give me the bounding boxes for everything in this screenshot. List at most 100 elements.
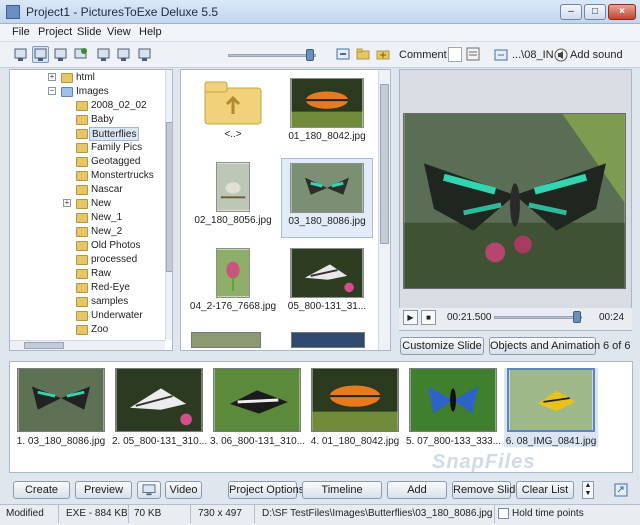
timeline-button[interactable]: Timeline: [302, 481, 382, 499]
video-button[interactable]: Video: [165, 481, 202, 499]
menu-view[interactable]: View: [107, 26, 131, 38]
menu-project[interactable]: Project: [38, 26, 72, 38]
slide-counter: 6 of 6: [603, 340, 631, 352]
view-tree-icon[interactable]: [12, 46, 29, 63]
remove-slide-button[interactable]: Remove Slide: [452, 481, 521, 499]
file-item[interactable]: 04_2-176_7668.jpg: [187, 248, 279, 312]
file-browser[interactable]: <..> 01_180_8042.jpg 02_180_8056.jpg 03_…: [180, 69, 391, 351]
folder-icon: [76, 213, 88, 223]
thumbnail-size-thumb[interactable]: [306, 49, 314, 61]
tree-item-new-1[interactable]: New_1: [91, 211, 122, 225]
clear-list-button[interactable]: Clear List: [516, 481, 574, 499]
file-item-parent[interactable]: <..>: [187, 78, 279, 140]
slide-list[interactable]: 1. 03_180_8086.jpg 2. 05_800-131_310... …: [9, 361, 633, 473]
file-item-selected[interactable]: 03_180_8086.jpg: [281, 158, 373, 238]
tree-item-processed[interactable]: processed: [91, 253, 137, 267]
tree-item-raw[interactable]: Raw: [91, 267, 111, 281]
title-bar: Project1 - PicturesToExe Deluxe 5.5 – □ …: [0, 0, 640, 24]
slide-item[interactable]: 1. 03_180_8086.jpg: [14, 368, 108, 447]
menu-slide[interactable]: Slide: [77, 26, 101, 38]
tree-item-zoo[interactable]: Zoo: [91, 323, 108, 337]
tree-vertical-scroll-thumb[interactable]: [166, 122, 172, 272]
slide-item-selected[interactable]: 6. 08_IMG_0841.jpg: [504, 368, 598, 447]
tree-item-samples[interactable]: samples: [91, 295, 128, 309]
menu-help[interactable]: Help: [139, 26, 162, 38]
files-vertical-scroll-thumb[interactable]: [380, 84, 389, 244]
tree-item-2008-02-02[interactable]: 2008_02_02: [91, 99, 147, 113]
slide-caption: 6. 08_IMG_0841.jpg: [505, 436, 597, 447]
status-image-size: 70 KB: [134, 508, 162, 519]
minimize-button[interactable]: –: [560, 4, 582, 20]
file-item[interactable]: 01_180_8042.jpg: [281, 78, 373, 142]
new-folder-icon[interactable]: [376, 47, 390, 61]
sound-file-icon: [494, 48, 508, 62]
tree-item-html[interactable]: html: [76, 71, 95, 85]
menu-file[interactable]: File: [12, 26, 30, 38]
customize-slide-button[interactable]: Customize Slide: [400, 337, 484, 355]
preview-button[interactable]: Preview: [75, 481, 132, 499]
comment-editor-icon[interactable]: [466, 47, 480, 61]
stop-button[interactable]: ■: [421, 310, 436, 325]
tree-item-images[interactable]: Images: [76, 85, 109, 99]
tree-item-butterflies[interactable]: Butterflies: [89, 127, 140, 141]
parent-folder-icon: [203, 78, 263, 126]
hold-time-points-checkbox[interactable]: [498, 508, 509, 519]
view-list-icon[interactable]: [52, 46, 69, 63]
tree-item-red-eye[interactable]: Red-Eye: [91, 281, 130, 295]
status-mode: Modified: [6, 508, 44, 519]
add-button[interactable]: Add: [387, 481, 447, 499]
maximize-button[interactable]: □: [584, 4, 606, 20]
slide-thumbnail: [17, 368, 105, 432]
objects-and-animation-button[interactable]: Objects and Animation: [489, 337, 600, 355]
zoom-icon[interactable]: [136, 46, 153, 63]
play-button[interactable]: ▶: [403, 310, 418, 325]
folder-tree[interactable]: + html − Images 2008_02_02 Baby Butterfl…: [9, 69, 173, 351]
status-path: D:\SF TestFiles\Images\Butterflies\03_18…: [262, 508, 493, 519]
filter-icon[interactable]: [115, 46, 132, 63]
slide-item[interactable]: 4. 01_180_8042.jpg: [308, 368, 402, 447]
thumbnail-size-slider[interactable]: [228, 54, 316, 57]
open-folder-icon[interactable]: [356, 47, 370, 61]
tree-item-family-pics[interactable]: Family Pics: [91, 141, 142, 155]
tree-item-new[interactable]: New: [91, 197, 111, 211]
playback-slider[interactable]: [494, 316, 582, 319]
slide-item[interactable]: 5. 07_800-133_333...: [406, 368, 501, 447]
file-name: 02_180_8056.jpg: [194, 215, 272, 226]
tree-item-old-photos[interactable]: Old Photos: [91, 239, 140, 253]
collapse-toggle[interactable]: −: [48, 87, 56, 95]
display-settings-button[interactable]: [137, 481, 161, 499]
folder-icon: [76, 283, 88, 293]
folder-icon: [76, 129, 88, 139]
create-button[interactable]: Create: [13, 481, 70, 499]
speaker-icon[interactable]: [554, 48, 568, 62]
slide-caption: 3. 06_800-131_310...: [210, 436, 306, 447]
file-item[interactable]: 02_180_8056.jpg: [187, 162, 279, 226]
fullscreen-icon[interactable]: [614, 483, 628, 497]
tree-item-monstertrucks[interactable]: Monstertrucks: [91, 169, 154, 183]
move-slide-stepper[interactable]: ▲ ▼: [582, 481, 594, 499]
slide-item[interactable]: 3. 06_800-131_310...: [210, 368, 306, 447]
slide-thumbnail: [213, 368, 301, 432]
expand-toggle[interactable]: +: [63, 199, 71, 207]
sort-icon[interactable]: [95, 46, 112, 63]
view-details-icon[interactable]: [72, 46, 89, 63]
refresh-icon[interactable]: [336, 47, 350, 61]
tree-item-baby[interactable]: Baby: [91, 113, 114, 127]
tree-horizontal-scroll-thumb[interactable]: [24, 342, 64, 349]
folder-icon: [76, 101, 88, 111]
folder-icon: [76, 255, 88, 265]
playback-thumb[interactable]: [573, 311, 581, 323]
tree-item-underwater[interactable]: Underwater: [91, 309, 143, 323]
comment-field[interactable]: [448, 47, 462, 62]
close-button[interactable]: ×: [608, 4, 636, 20]
slide-item[interactable]: 2. 05_800-131_310...: [112, 368, 207, 447]
tree-item-nascar[interactable]: Nascar: [91, 183, 123, 197]
tree-item-new-2[interactable]: New_2: [91, 225, 122, 239]
file-item[interactable]: 05_800-131_31...: [281, 248, 373, 312]
add-sound-button[interactable]: Add sound: [570, 49, 623, 61]
project-options-button[interactable]: Project Options: [228, 481, 304, 499]
total-time: 00:24: [599, 312, 625, 323]
tree-item-geotagged[interactable]: Geotagged: [91, 155, 141, 169]
view-thumbnails-icon[interactable]: [32, 46, 49, 63]
expand-toggle[interactable]: +: [48, 73, 56, 81]
